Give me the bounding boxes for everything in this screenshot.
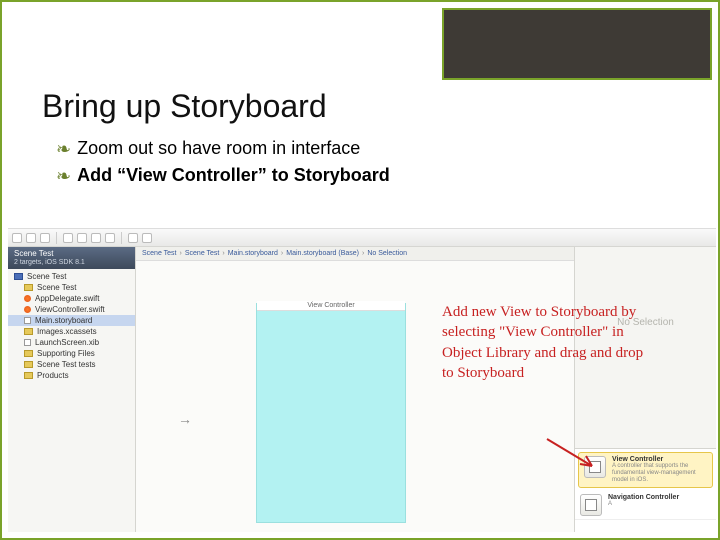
breadcrumb-item[interactable]: Scene Test [142,250,177,257]
xcode-toolbar [8,229,716,247]
view-controller-icon [584,456,606,478]
breadcrumb-separator-icon: › [180,250,182,257]
bullet-item: ❧ Zoom out so have room in interface [56,138,390,159]
object-library-desc: A [608,501,679,508]
file-icon [24,306,31,313]
object-library-name: Navigation Controller [608,494,679,501]
file-icon [24,317,31,324]
toolbar-icon[interactable] [63,233,73,243]
toolbar-icon[interactable] [40,233,50,243]
project-tree-label: Supporting Files [37,349,95,358]
project-tree-label: Scene Test [37,283,76,292]
bullet-item: ❧ Add “View Controller” to Storyboard [56,165,390,186]
folder-icon [14,273,23,280]
view-controller-icon [580,494,602,516]
inspector-panel: No Selection View ControllerA controller… [574,247,716,532]
project-tree-item[interactable]: Images.xcassets [8,326,135,337]
bullet-glyph-icon: ❧ [56,167,71,185]
folder-icon [24,372,33,379]
project-tree-label: ViewController.swift [35,305,105,314]
project-tree-item[interactable]: Products [8,370,135,381]
project-tree-label: Images.xcassets [37,327,97,336]
project-tree: Scene Test Scene Test AppDelegate.swift Vie… [8,269,135,383]
toolbar-divider [56,232,57,244]
breadcrumb-separator-icon: › [281,250,283,257]
breadcrumb-item[interactable]: Main.storyboard [228,250,278,257]
object-library: View ControllerA controller that support… [575,448,716,532]
project-navigator: Scene Test 2 targets, iOS SDK 8.1 Scene … [8,247,136,532]
project-tree-item[interactable]: ViewController.swift [8,304,135,315]
project-tree-item[interactable]: Main.storyboard [8,315,135,326]
folder-icon [24,350,33,357]
file-icon [24,295,31,302]
project-tree-item[interactable]: Scene Test [8,271,135,282]
folder-icon [24,328,33,335]
folder-icon [24,284,33,291]
breadcrumb-item[interactable]: Main.storyboard (Base) [286,250,359,257]
project-tree-item[interactable]: LaunchScreen.xib [8,337,135,348]
breadcrumb-separator-icon: › [362,250,364,257]
project-tree-label: AppDelegate.swift [35,294,99,303]
toolbar-icon[interactable] [128,233,138,243]
bullet-text: Add “View Controller” to Storyboard [77,165,390,186]
breadcrumb-item[interactable]: Scene Test [185,250,220,257]
object-library-item[interactable]: Navigation ControllerA [575,491,716,520]
view-controller-label: View Controller [257,301,405,311]
project-tree-item[interactable]: Supporting Files [8,348,135,359]
toolbar-icon[interactable] [77,233,87,243]
project-tree-label: Products [37,371,69,380]
project-tree-item[interactable]: Scene Test [8,282,135,293]
object-library-name: View Controller [612,456,707,463]
toolbar-divider [121,232,122,244]
toolbar-icon[interactable] [26,233,36,243]
folder-icon [24,361,33,368]
project-tree-label: Main.storyboard [35,316,92,325]
project-name: Scene Test [14,249,129,259]
slide-title: Bring up Storyboard [42,88,327,125]
project-subtitle: 2 targets, iOS SDK 8.1 [14,259,129,267]
file-icon [24,339,31,346]
view-controller-scene[interactable]: View Controller [256,303,406,523]
bullet-text: Zoom out so have room in interface [77,138,360,159]
breadcrumb-item[interactable]: No Selection [367,250,407,257]
toolbar-icon[interactable] [12,233,22,243]
project-tree-item[interactable]: Scene Test tests [8,359,135,370]
slide-decorative-band [442,8,712,80]
project-tree-item[interactable]: AppDelegate.swift [8,293,135,304]
object-library-item[interactable]: View ControllerA controller that support… [578,452,713,488]
toolbar-icon[interactable] [142,233,152,243]
initial-scene-arrow-icon: → [178,411,192,427]
object-library-desc: A controller that supports the fundament… [612,463,707,484]
project-heading[interactable]: Scene Test 2 targets, iOS SDK 8.1 [8,247,135,269]
project-tree-label: LaunchScreen.xib [35,338,99,347]
toolbar-icon[interactable] [105,233,115,243]
breadcrumb-bar[interactable]: Scene Test›Scene Test›Main.storyboard›Ma… [136,247,576,261]
slide-container: Bring up Storyboard ❧ Zoom out so have ro… [0,0,720,540]
breadcrumb-separator-icon: › [222,250,224,257]
project-tree-label: Scene Test tests [37,360,96,369]
annotation-text: Add new View to Storyboard by selecting … [442,302,652,383]
toolbar-icon[interactable] [91,233,101,243]
bullet-glyph-icon: ❧ [56,140,71,158]
project-tree-label: Scene Test [27,272,66,281]
slide-bullet-list: ❧ Zoom out so have room in interface ❧ Add … [56,138,390,192]
